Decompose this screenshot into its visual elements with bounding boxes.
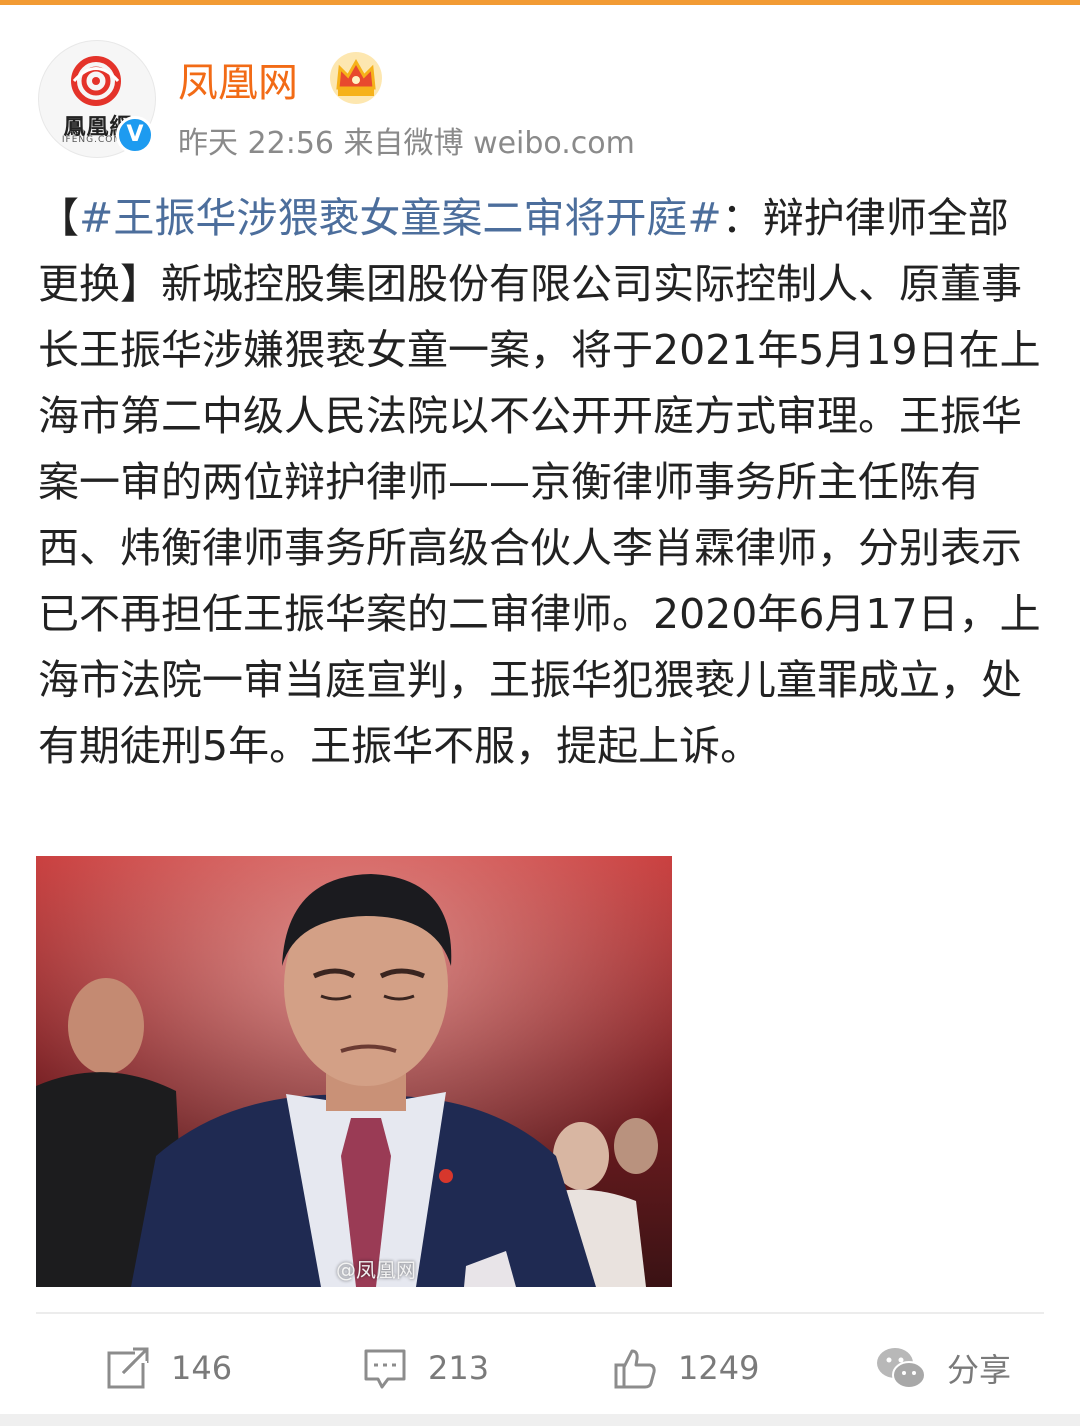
repost-button[interactable]: 146 bbox=[105, 1328, 232, 1408]
post-meta: 昨天 22:56 来自微博 weibo.com bbox=[178, 126, 635, 161]
repost-count: 146 bbox=[171, 1349, 233, 1387]
action-bar: 146 213 1249 分享 bbox=[0, 1328, 1080, 1408]
divider bbox=[36, 1312, 1044, 1314]
open-bracket: 【 bbox=[38, 194, 79, 242]
wechat-share-icon bbox=[877, 1348, 926, 1389]
post-image[interactable]: @凤凰网 bbox=[36, 856, 672, 1287]
post-body: 新城控股集团股份有限公司实际控制人、原董事长王振华涉嫌猥亵女童一案，将于2021… bbox=[38, 260, 1041, 770]
repost-icon bbox=[107, 1347, 149, 1389]
like-count: 1249 bbox=[678, 1349, 760, 1387]
post-header: 鳳凰網 IFENG.COM V 凤凰网 昨天 22:56 来自微博 weibo.… bbox=[38, 40, 1038, 170]
post-text: 【#王振华涉猥亵女童案二审将开庭#：辩护律师全部更换】新城控股集团股份有限公司实… bbox=[38, 185, 1043, 779]
share-button[interactable]: 分享 bbox=[875, 1328, 1011, 1408]
comment-icon bbox=[364, 1349, 406, 1389]
hashtag-link[interactable]: #王振华涉猥亵女童案二审将开庭# bbox=[79, 194, 722, 242]
like-icon bbox=[614, 1349, 656, 1389]
like-button[interactable]: 1249 bbox=[612, 1328, 759, 1408]
image-watermark: @凤凰网 bbox=[336, 1258, 416, 1282]
crown-icon[interactable] bbox=[328, 50, 384, 106]
bottom-bar bbox=[0, 1414, 1080, 1426]
top-accent-bar bbox=[0, 0, 1080, 5]
comment-count: 213 bbox=[428, 1349, 490, 1387]
author-name[interactable]: 凤凰网 bbox=[178, 50, 298, 108]
comment-button[interactable]: 213 bbox=[362, 1328, 489, 1408]
verified-badge-icon: V bbox=[116, 116, 154, 154]
share-label: 分享 bbox=[947, 1351, 1012, 1389]
photo-illustration bbox=[36, 856, 672, 1287]
